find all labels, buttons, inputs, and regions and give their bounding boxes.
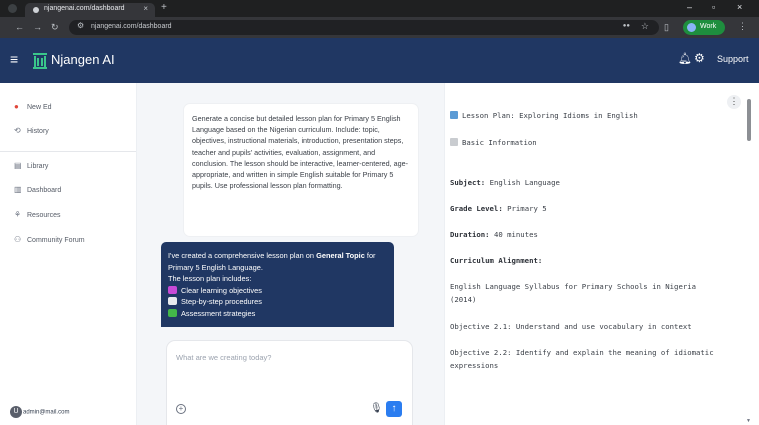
notification-bell-icon[interactable]: 🔔︎ xyxy=(678,52,692,65)
target-icon xyxy=(168,285,177,294)
list-item: Assessment strategies xyxy=(168,308,387,320)
duration-row: Duration: 40 minutes xyxy=(450,229,538,241)
sidebar-item-label: Community Forum xyxy=(27,237,85,244)
duration-label: Duration: xyxy=(450,230,490,239)
reload-icon[interactable]: ↻ xyxy=(51,22,59,33)
site-favicon-icon xyxy=(33,7,39,13)
tab-title: njangenai.com/dashboard xyxy=(44,5,125,12)
lesson-title: Lesson Plan: Exploring Idioms in English xyxy=(450,110,638,122)
site-info-icon[interactable]: ⚙ xyxy=(77,21,84,30)
sidebar-item-history[interactable]: ⟲ History xyxy=(14,126,49,135)
dashboard-icon: ▥ xyxy=(14,185,22,194)
njangen-logo-icon xyxy=(33,53,47,69)
history-icon: ⟲ xyxy=(14,126,21,135)
attach-plus-icon[interactable]: + xyxy=(176,404,186,414)
minimize-button[interactable]: – xyxy=(687,2,692,12)
sidebar-item-library[interactable]: ▤ Library xyxy=(14,161,48,170)
address-bar-row: ← → ↻ ⚙ njangenai.com/dashboard ●● ☆ ▯ W… xyxy=(0,17,759,38)
browser-menu-icon[interactable]: ⋮ xyxy=(738,21,747,32)
profile-avatar-icon xyxy=(687,23,696,32)
subject-row: Subject: English Language xyxy=(450,177,560,189)
clipboard-icon xyxy=(450,138,458,146)
profile-label: Work xyxy=(700,23,717,30)
lesson-section-heading: Basic Information xyxy=(450,137,537,149)
browser-tab[interactable]: njangenai.com/dashboard × xyxy=(25,3,155,17)
sidebar-item-label: Resources xyxy=(27,212,61,219)
sidebar-item-label: New Ed xyxy=(27,104,52,111)
community-icon: ⚇ xyxy=(14,235,22,244)
sidebar-item-resources[interactable]: ⚘ Resources xyxy=(14,210,60,219)
library-icon: ▤ xyxy=(14,161,22,170)
ai-intro-topic: General Topic xyxy=(316,251,365,260)
hamburger-menu-icon[interactable]: ≡ xyxy=(10,51,18,67)
url-text: njangenai.com/dashboard xyxy=(91,23,172,30)
support-link[interactable]: Support xyxy=(717,54,749,64)
maximize-button[interactable]: ▫ xyxy=(712,2,715,12)
ai-message: I've created a comprehensive lesson plan… xyxy=(161,242,394,327)
back-icon[interactable]: ← xyxy=(15,22,24,32)
objective-2-line-2: expressions xyxy=(450,361,499,370)
grade-label: Grade Level: xyxy=(450,204,503,213)
grade-value: Primary 5 xyxy=(507,204,547,213)
alignment-heading: Curriculum Alignment: xyxy=(450,256,543,265)
ai-intro-text: I've created a comprehensive lesson plan… xyxy=(168,251,317,260)
app-brand-name: Njangen AI xyxy=(51,52,115,67)
panel-scrollbar[interactable] xyxy=(747,99,751,141)
resources-icon: ⚘ xyxy=(14,210,22,219)
sidebar: ● New Ed ⟲ History ▤ Library ▥ Dashboard ⚘ Re… xyxy=(0,83,137,425)
browser-tabstrip: njangenai.com/dashboard × + – ▫ × xyxy=(0,0,759,17)
list-item: Step-by-step procedures xyxy=(168,296,387,308)
app-header: ≡ Njangen AI 🔔︎ ⚙ Support xyxy=(0,38,759,83)
user-account[interactable]: Uadmin@mail.com xyxy=(10,406,69,418)
alignment-line-2: (2014) xyxy=(450,295,477,304)
forward-icon[interactable]: → xyxy=(33,22,42,32)
duration-value: 40 minutes xyxy=(493,230,538,239)
profile-button[interactable]: Work xyxy=(683,20,725,35)
scroll-down-icon[interactable]: ▼ xyxy=(746,418,751,424)
objective-1: Objective 2.1: Understand and use vocabu… xyxy=(450,322,692,331)
sidebar-item-dashboard[interactable]: ▥ Dashboard xyxy=(14,185,61,194)
send-button[interactable]: ↑ xyxy=(386,401,402,417)
url-field[interactable]: ⚙ njangenai.com/dashboard ●● ☆ xyxy=(69,20,659,35)
list-item: Clear learning objectives xyxy=(168,285,387,297)
sidebar-item-label: History xyxy=(27,128,49,135)
alignment-line-1: English Language Syllabus for Primary Sc… xyxy=(450,282,697,291)
avatar: U xyxy=(10,406,22,418)
tab-search-button[interactable] xyxy=(8,4,17,13)
books-icon xyxy=(450,111,458,119)
clipboard-icon xyxy=(168,297,177,305)
user-message: Generate a concise but detailed lesson p… xyxy=(184,104,418,236)
settings-gear-icon[interactable]: ⚙ xyxy=(694,51,705,65)
user-email: admin@mail.com xyxy=(23,409,70,416)
chat-composer[interactable]: What are we creating today? + 🎙︎ ↑ xyxy=(167,341,412,425)
microphone-icon[interactable]: 🎙︎ xyxy=(370,403,383,414)
plus-circle-icon: ● xyxy=(14,102,19,111)
panel-options-icon[interactable]: ⋮ xyxy=(727,95,741,109)
lesson-plan-panel: ⋮ ▼ Lesson Plan: Exploring Idioms in Eng… xyxy=(444,83,759,425)
close-window-button[interactable]: × xyxy=(737,2,742,12)
bookmark-star-icon[interactable]: ☆ xyxy=(641,21,649,32)
new-tab-button[interactable]: + xyxy=(161,2,167,13)
side-panel-icon[interactable]: ▯ xyxy=(664,22,669,33)
chat-area: Generate a concise but detailed lesson p… xyxy=(137,83,444,425)
ai-includes-label: The lesson plan includes: xyxy=(168,274,252,283)
objective-2-line-1: Objective 2.2: Identify and explain the … xyxy=(450,348,714,357)
subject-label: Subject: xyxy=(450,178,486,187)
sidebar-item-label: Library xyxy=(27,163,49,170)
subject-value: English Language xyxy=(489,178,560,187)
password-key-icon[interactable]: ●● xyxy=(623,23,630,29)
chat-input[interactable]: What are we creating today? xyxy=(176,353,271,362)
sidebar-item-new[interactable]: ● New Ed xyxy=(14,102,52,111)
checkmark-icon xyxy=(168,308,177,317)
sidebar-item-label: Dashboard xyxy=(27,187,62,194)
sidebar-divider xyxy=(0,151,136,152)
grade-row: Grade Level: Primary 5 xyxy=(450,203,547,215)
tab-close-icon[interactable]: × xyxy=(143,4,148,13)
sidebar-item-community[interactable]: ⚇ Community Forum xyxy=(14,235,85,244)
